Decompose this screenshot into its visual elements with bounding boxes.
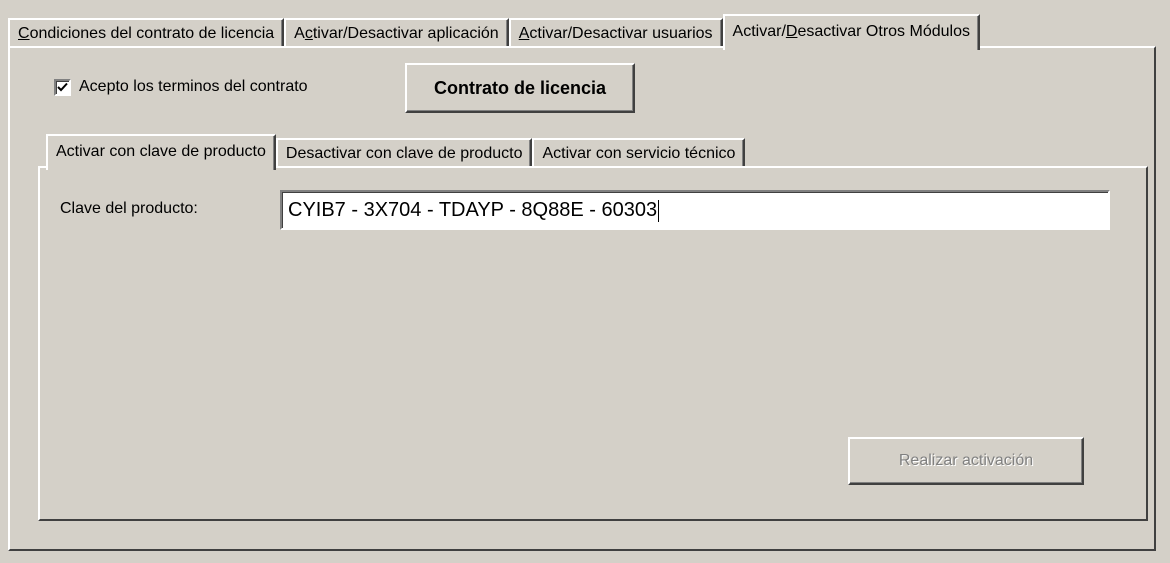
tab-label-mnemonic: c	[304, 25, 313, 42]
tab-activar-usuarios[interactable]: Activar/Desactivar usuarios	[508, 18, 723, 48]
text-caret	[658, 199, 660, 222]
tab-label-pre: A	[294, 25, 305, 42]
inner-tab-strip: Activar con clave de producto Desactivar…	[46, 134, 746, 170]
product-key-value: CYIB7 - 3X704 - TDAYP - 8Q88E - 60303	[288, 199, 658, 221]
tab-condiciones-contrato[interactable]: Condiciones del contrato de licencia	[8, 18, 285, 48]
tab-activar-clave-producto[interactable]: Activar con clave de producto	[46, 134, 276, 170]
tab-label-mnemonic: C	[18, 25, 30, 42]
accept-terms-checkbox[interactable]	[54, 78, 71, 96]
license-contract-button[interactable]: Contrato de licencia	[405, 63, 635, 113]
outer-tab-strip: Condiciones del contrato de licencia Act…	[8, 14, 980, 50]
tab-label-post: esactivar Otros Módulos	[797, 23, 970, 40]
perform-activation-button[interactable]: Realizar activación	[848, 437, 1084, 485]
checkmark-icon	[57, 82, 68, 91]
accept-terms-row[interactable]: Acepto los terminos del contrato	[54, 78, 308, 96]
tab-activar-servicio-tecnico[interactable]: Activar con servicio técnico	[532, 138, 746, 168]
accept-terms-label: Acepto los terminos del contrato	[79, 78, 308, 95]
tab-label-post: ondiciones del contrato de licencia	[29, 25, 275, 42]
product-key-label: Clave del producto:	[60, 200, 198, 217]
tab-label-pre: Activar/	[732, 23, 786, 40]
tab-activar-aplicacion[interactable]: Activar/Desactivar aplicación	[284, 18, 509, 48]
activation-dialog: Condiciones del contrato de licencia Act…	[0, 0, 1170, 563]
tab-label-post: tivar/Desactivar aplicación	[312, 25, 499, 42]
product-key-input[interactable]: CYIB7 - 3X704 - TDAYP - 8Q88E - 60303	[280, 190, 1110, 230]
tab-activar-otros-modulos[interactable]: Activar/Desactivar Otros Módulos	[722, 14, 980, 50]
tab-label-mnemonic: D	[785, 23, 798, 40]
tab-label-mnemonic: A	[518, 25, 530, 42]
tab-label-post: ctivar/Desactivar usuarios	[529, 25, 713, 42]
tab-desactivar-clave-producto[interactable]: Desactivar con clave de producto	[275, 138, 533, 168]
